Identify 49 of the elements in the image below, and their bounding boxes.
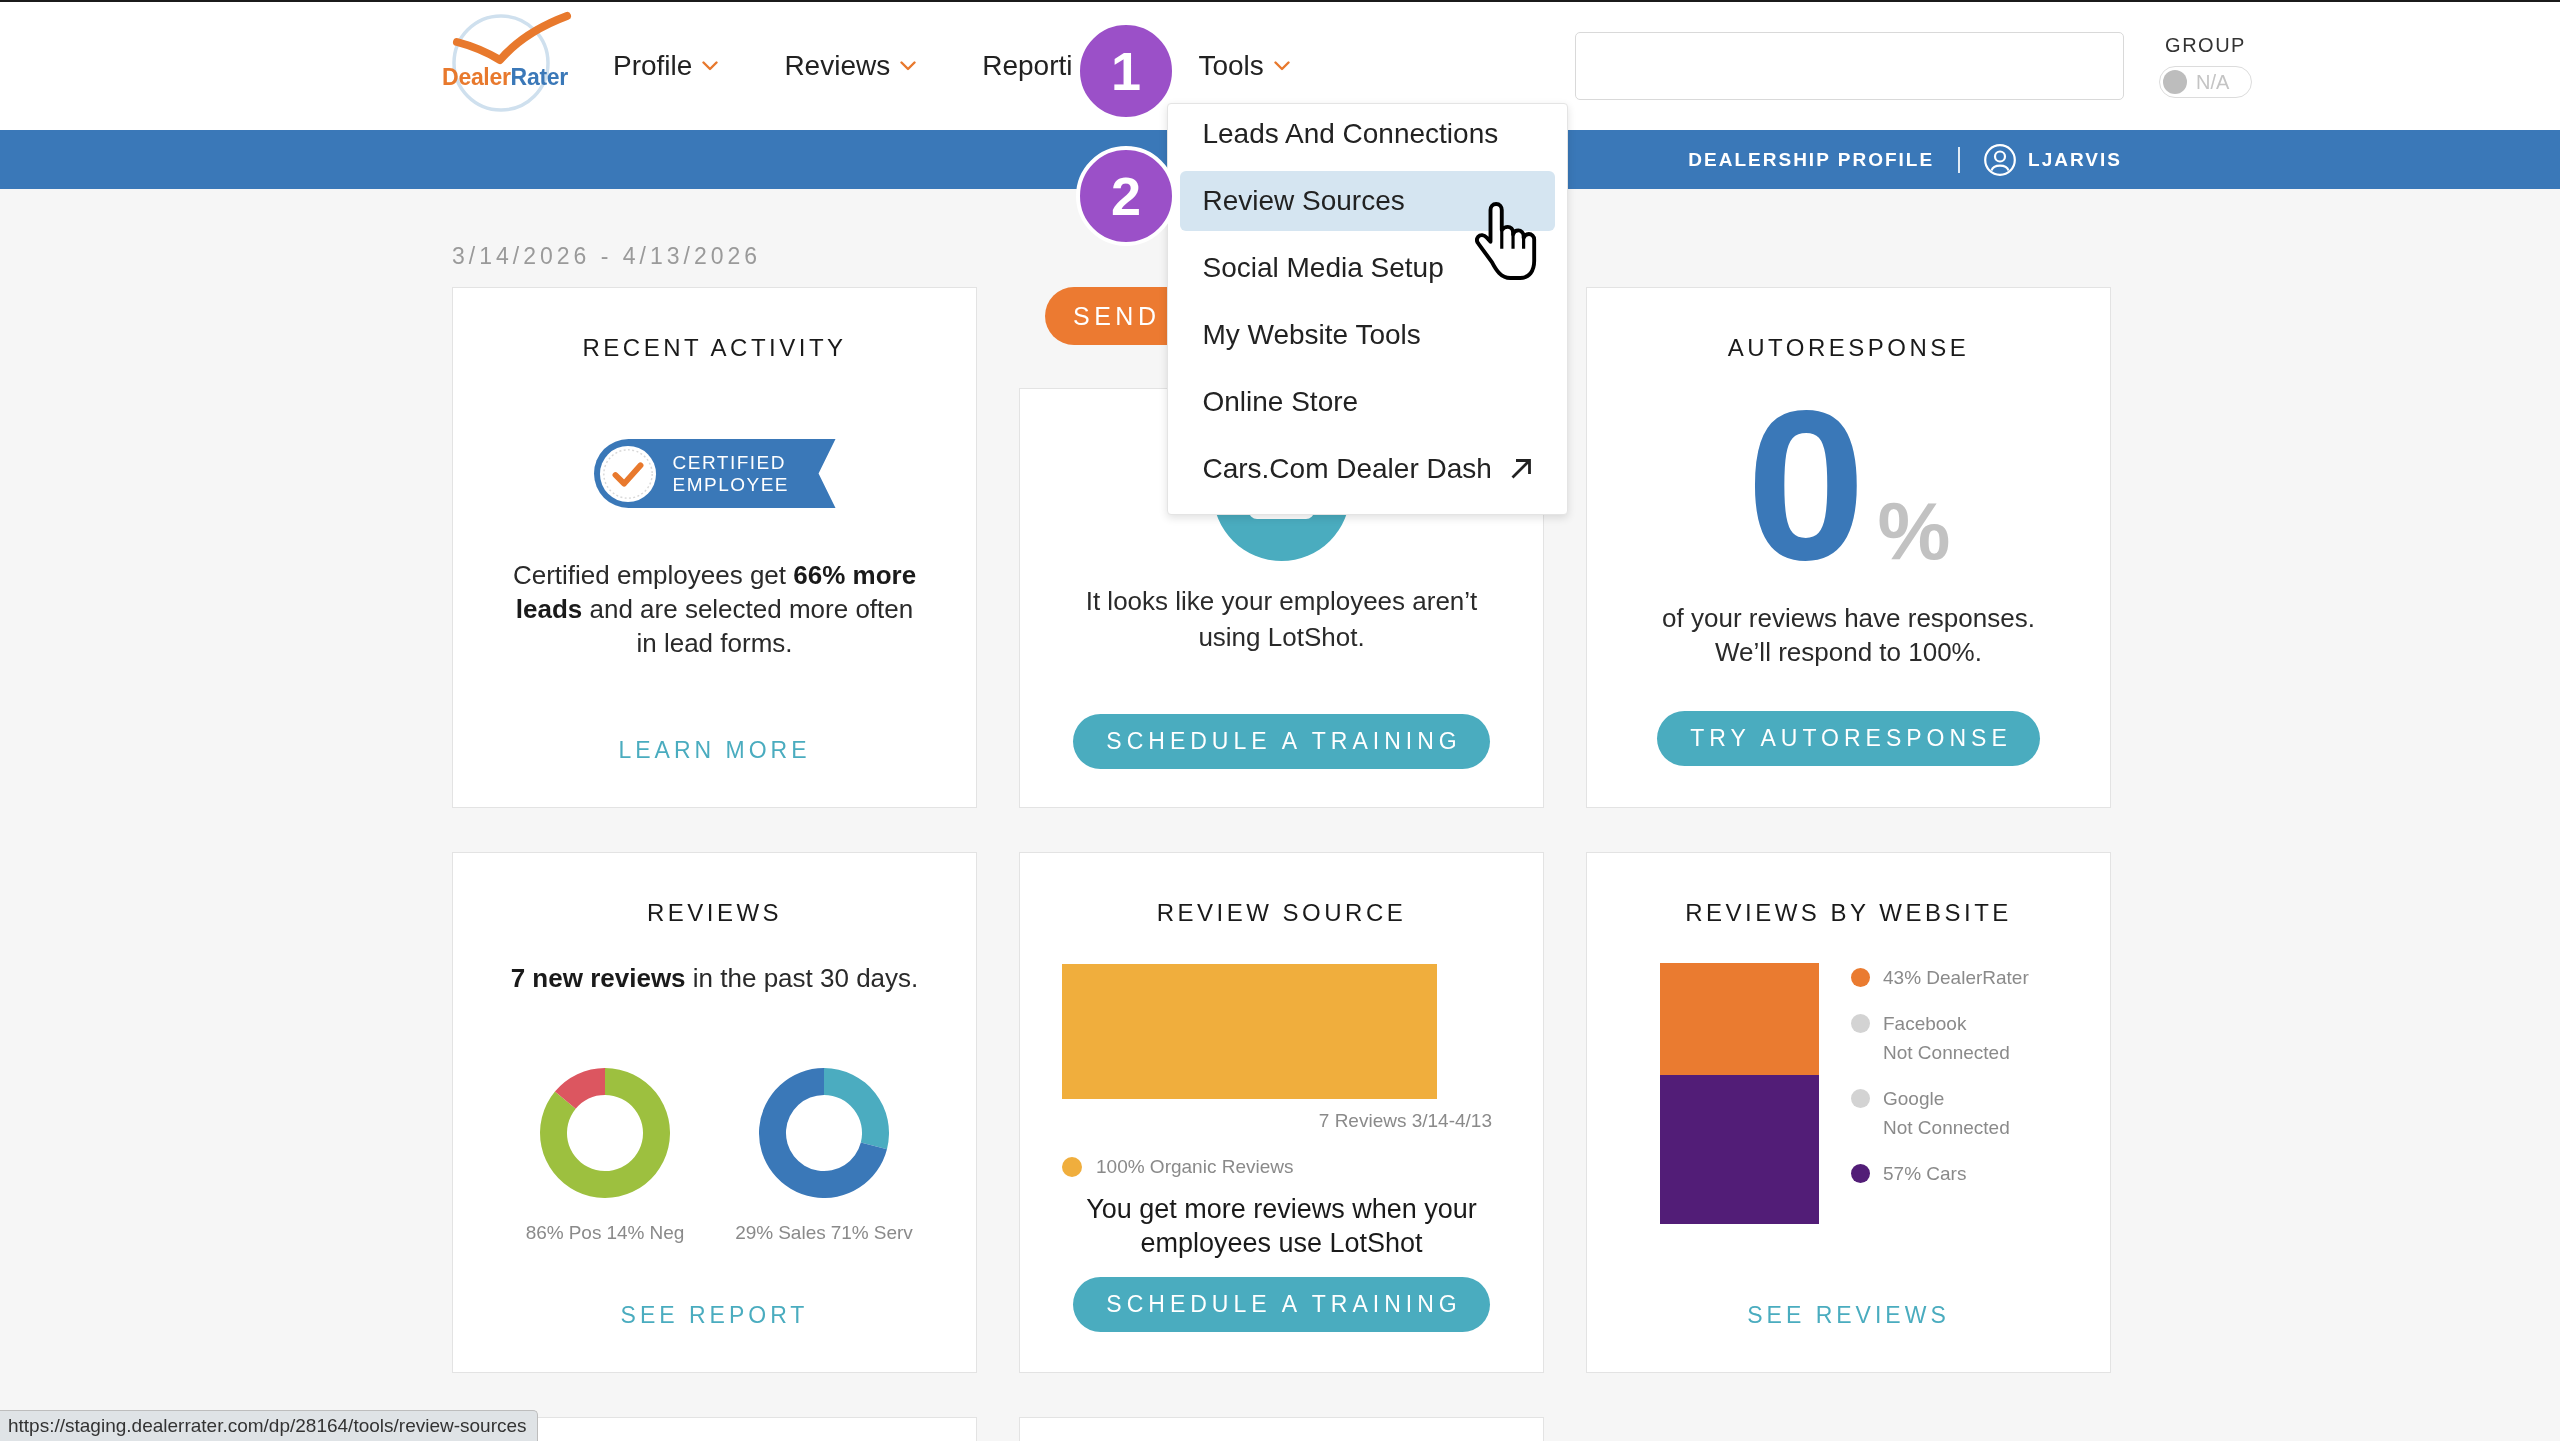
dropdown-item[interactable]: Cars.Com Dealer Dash — [1180, 439, 1556, 499]
chart-category-label: Sales — [778, 1221, 826, 1245]
user-icon — [1984, 143, 2017, 176]
legend-label: Google — [1883, 1087, 1946, 1111]
card-title: AUTORESPONSE — [1727, 334, 1970, 362]
dropdown-item[interactable]: My Website Tools — [1180, 305, 1556, 365]
chart-category-label: Serv — [873, 1221, 913, 1245]
dropdown-item[interactable]: Social Media Setup — [1180, 238, 1556, 298]
nav-menu[interactable]: Profile — [613, 50, 719, 82]
date-range: 3/14/2026 - 4/13/2026 — [452, 243, 762, 269]
status-url: https://staging.dealerrater.com/dp/28164/tools/review-sources — [0, 1410, 538, 1441]
nav-menu[interactable]: Reviews — [784, 50, 917, 82]
chart-value-label: 29% — [735, 1221, 774, 1245]
chart-caption: 7 Reviews 3/14-4/13 — [1318, 1109, 1492, 1133]
card-text: It looks like your employees aren’t using LotShot. — [1084, 585, 1479, 654]
badge-text: CERTIFIED EMPLOYEE — [672, 451, 791, 496]
nav-menu[interactable]: Reporti — [982, 50, 1073, 82]
legend-label: 43% DealerRater — [1883, 966, 2029, 990]
card-title: RECENT ACTIVITY — [582, 334, 847, 362]
card-title: REVIEWS BY WEBSITE — [1685, 899, 2012, 927]
legend-label: 57% Cars — [1883, 1162, 1967, 1186]
group-label: GROUP — [2165, 34, 2246, 56]
card-title: REVIEWS — [646, 899, 783, 927]
card-text: 7 new reviews in the past 30 days. — [510, 962, 919, 995]
legend-label: 100% Organic Reviews — [1096, 1155, 1294, 1179]
chart-category-label: Neg — [649, 1221, 685, 1245]
card-text: You get more reviews when your employees use LotShot — [1085, 1193, 1478, 1260]
logo-text: DealerRater — [441, 63, 569, 91]
hand-cursor-icon — [1475, 201, 1537, 281]
percent-sign: % — [1877, 490, 1951, 572]
card-text: of your reviews have responses. We’ll respond to 100%. — [1661, 602, 2036, 669]
card-title: REVIEW SOURCE — [1156, 899, 1407, 927]
chart-value-label: 86% — [525, 1221, 564, 1245]
legend-label: Facebook — [1883, 1012, 1968, 1036]
chart-category-label: Pos — [568, 1221, 602, 1245]
check-seal-icon — [598, 444, 657, 503]
search-field[interactable] — [1575, 32, 2124, 100]
nav-menu[interactable]: Tools — [1198, 50, 1290, 82]
card-text: Certified employees get 66% more leads and are selected more often in lead forms. — [511, 559, 918, 660]
legend-note: Not Connected — [1883, 1041, 2010, 1065]
dropdown-item[interactable]: Review Sources — [1180, 171, 1556, 231]
legend-note: Not Connected — [1883, 1116, 2010, 1140]
user-menu[interactable]: LJARVIS — [1984, 143, 2122, 176]
dropdown-item[interactable]: Online Store — [1180, 372, 1556, 432]
dropdown-item[interactable]: Leads And Connections — [1180, 104, 1556, 164]
chart-value-label: 71% — [830, 1221, 869, 1245]
percentage-value: 0 — [1746, 378, 1866, 592]
chart-value-label: 14% — [606, 1221, 645, 1245]
dealership-profile-link[interactable]: DEALERSHIP PROFILE — [1688, 147, 1935, 172]
